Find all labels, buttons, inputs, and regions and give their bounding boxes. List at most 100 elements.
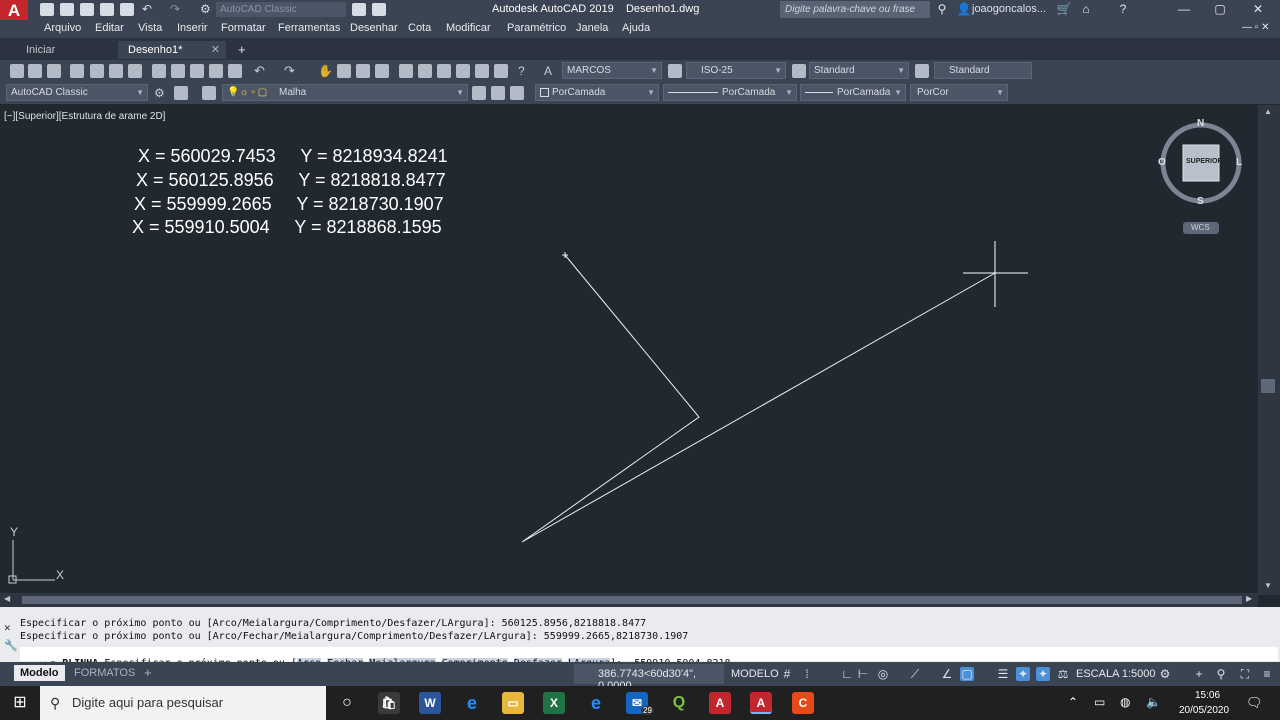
menu-editar[interactable]: Editar bbox=[95, 22, 124, 34]
store-icon[interactable]: 🛍 bbox=[378, 692, 400, 714]
workspace-settings-gear-icon[interactable]: ⚙ bbox=[154, 86, 168, 100]
tool-palettes-icon[interactable] bbox=[437, 64, 451, 78]
keyword-search-input[interactable]: Digite palavra-chave ou frase bbox=[780, 1, 930, 18]
compass-south[interactable]: S bbox=[1197, 196, 1204, 207]
command-input-line[interactable]: ▸▾ PLINHA Especificar o próximo ponto ou… bbox=[20, 647, 1278, 669]
layer-combo[interactable]: 💡☼ ▫ ▢ Malha ▼ bbox=[222, 84, 468, 101]
clock-date[interactable]: 20/05/2020 bbox=[1179, 705, 1229, 716]
a360-icon[interactable]: ⌂ bbox=[1078, 2, 1094, 16]
tab-desenho1[interactable]: Desenho1* ✕ bbox=[118, 41, 226, 59]
binoculars-icon[interactable]: ⚲ bbox=[934, 2, 950, 16]
doc-window-controls[interactable]: — ▫ ✕ bbox=[1242, 22, 1269, 33]
file-explorer-icon[interactable]: ▭ bbox=[502, 692, 524, 714]
menu-ajuda[interactable]: Ajuda bbox=[622, 22, 650, 34]
zoom-window-icon[interactable] bbox=[356, 64, 370, 78]
infer-constraints-icon[interactable]: ∟ bbox=[840, 667, 854, 681]
layer-states-icon[interactable] bbox=[510, 86, 524, 100]
menu-arquivo[interactable]: Arquivo bbox=[44, 22, 81, 34]
word-icon[interactable]: W bbox=[419, 692, 441, 714]
design-center-icon[interactable] bbox=[418, 64, 432, 78]
maximize-button[interactable]: ▢ bbox=[1212, 2, 1228, 16]
multileader-style-icon[interactable] bbox=[915, 64, 929, 78]
new-icon[interactable] bbox=[10, 64, 24, 78]
dim-style-icon[interactable] bbox=[668, 64, 682, 78]
save-icon[interactable] bbox=[47, 64, 61, 78]
lineweight-icon[interactable]: ☰ bbox=[996, 667, 1010, 681]
vertical-scroll-thumb[interactable] bbox=[1261, 379, 1275, 393]
autocad-taskbar-icon[interactable]: A bbox=[709, 692, 731, 714]
pan-icon[interactable]: ✋ bbox=[318, 64, 333, 78]
make-current-layer-icon[interactable] bbox=[472, 86, 486, 100]
table-style-combo[interactable]: Standard ▼ bbox=[809, 62, 909, 79]
new-tab-button[interactable]: + bbox=[228, 41, 256, 59]
dim-style-combo[interactable]: ISO-25 ▼ bbox=[686, 62, 786, 79]
menu-cota[interactable]: Cota bbox=[408, 22, 431, 34]
annotation-visibility-icon[interactable]: ✦ bbox=[1016, 667, 1030, 681]
sheet-set-icon[interactable] bbox=[456, 64, 470, 78]
customize-wrench-icon[interactable]: 🔧 bbox=[4, 639, 18, 652]
scroll-up-icon[interactable]: ▲ bbox=[1264, 107, 1272, 116]
undo-icon[interactable]: ↶ bbox=[254, 64, 268, 78]
clean-screen-icon[interactable]: ⛶ bbox=[1238, 667, 1252, 681]
table-style-icon[interactable] bbox=[792, 64, 806, 78]
zoom-realtime-icon[interactable] bbox=[337, 64, 351, 78]
undo-icon[interactable]: ↶ bbox=[142, 3, 156, 16]
zoom-previous-icon[interactable] bbox=[375, 64, 389, 78]
close-command-icon[interactable]: ✕ bbox=[4, 621, 11, 634]
markup-icon[interactable] bbox=[475, 64, 489, 78]
clock-time[interactable]: 15:06 bbox=[1195, 690, 1220, 701]
isolate-objects-icon[interactable]: ⚲ bbox=[1214, 667, 1228, 681]
redo-icon[interactable]: ↷ bbox=[284, 64, 298, 78]
qgis-icon[interactable]: Q bbox=[668, 692, 690, 714]
scroll-right-icon[interactable]: ▶ bbox=[1246, 594, 1252, 603]
polar-tracking-icon[interactable]: ◎ bbox=[876, 667, 890, 681]
volume-icon[interactable]: 🔈 bbox=[1146, 695, 1161, 709]
coordinates-display[interactable]: 386.7743<60d30'4", 0.0000 bbox=[574, 664, 724, 692]
redo-icon[interactable]: ↷ bbox=[170, 3, 184, 16]
user-icon[interactable]: 👤 bbox=[956, 2, 972, 16]
recorder-icon[interactable]: C bbox=[792, 692, 814, 714]
snap-icon[interactable]: ⁞ bbox=[800, 667, 814, 681]
tab-iniciar[interactable]: Iniciar bbox=[16, 41, 65, 59]
menu-vista[interactable]: Vista bbox=[138, 22, 162, 34]
linetype-combo[interactable]: PorCamada ▼ bbox=[663, 84, 797, 101]
scroll-left-icon[interactable]: ◀ bbox=[4, 594, 10, 603]
text-style-combo[interactable]: MARCOS ▼ bbox=[562, 62, 662, 79]
tray-expand-icon[interactable]: ⌃ bbox=[1068, 695, 1078, 709]
autocad-logo-icon[interactable]: A bbox=[0, 0, 28, 22]
menu-janela[interactable]: Janela bbox=[576, 22, 608, 34]
paste-icon[interactable] bbox=[190, 64, 204, 78]
help-icon[interactable]: ? bbox=[518, 64, 532, 78]
copy-icon[interactable] bbox=[171, 64, 185, 78]
workspace-combo[interactable]: AutoCAD Classic bbox=[216, 2, 346, 17]
auto-scale-icon[interactable]: ✦ bbox=[1036, 667, 1050, 681]
plot-preview-icon[interactable] bbox=[90, 64, 104, 78]
layer-previous-icon[interactable] bbox=[491, 86, 505, 100]
lineweight-combo[interactable]: PorCamada ▼ bbox=[800, 84, 906, 101]
workspace-combo-2[interactable]: AutoCAD Classic ▼ bbox=[6, 84, 148, 101]
internet-explorer-icon[interactable]: e bbox=[461, 692, 483, 714]
excel-icon[interactable]: X bbox=[543, 692, 565, 714]
model-space-toggle[interactable]: MODELO bbox=[731, 668, 779, 680]
annotation-monitor-icon[interactable]: + bbox=[1192, 667, 1206, 681]
user-name[interactable]: joaogoncalos... bbox=[972, 3, 1046, 15]
tab-formatos[interactable]: FORMATOS bbox=[68, 665, 141, 681]
network-icon[interactable]: ◍ bbox=[1120, 695, 1130, 709]
vertical-scrollbar[interactable]: ▲ ▼ bbox=[1258, 105, 1280, 595]
cortana-icon[interactable]: ○ bbox=[336, 692, 358, 714]
close-button[interactable]: ✕ bbox=[1250, 2, 1266, 16]
quickcalc-icon[interactable] bbox=[494, 64, 508, 78]
tab-modelo[interactable]: Modelo bbox=[14, 665, 65, 681]
workspace-switch-gear-icon[interactable]: ⚙ bbox=[1158, 667, 1172, 681]
properties-icon[interactable] bbox=[399, 64, 413, 78]
multileader-style-combo[interactable]: Standard bbox=[934, 62, 1032, 79]
3d-print-icon[interactable] bbox=[128, 64, 142, 78]
grid-icon[interactable]: # bbox=[780, 667, 794, 681]
save-icon[interactable] bbox=[80, 3, 94, 16]
isodraft-icon[interactable]: ⟋ bbox=[908, 667, 922, 681]
customization-menu-icon[interactable]: ≡ bbox=[1260, 667, 1274, 681]
polyline-entity[interactable] bbox=[521, 254, 996, 543]
menu-desenhar[interactable]: Desenhar bbox=[350, 22, 398, 34]
close-tab-icon[interactable]: ✕ bbox=[211, 41, 220, 59]
menu-inserir[interactable]: Inserir bbox=[177, 22, 208, 34]
